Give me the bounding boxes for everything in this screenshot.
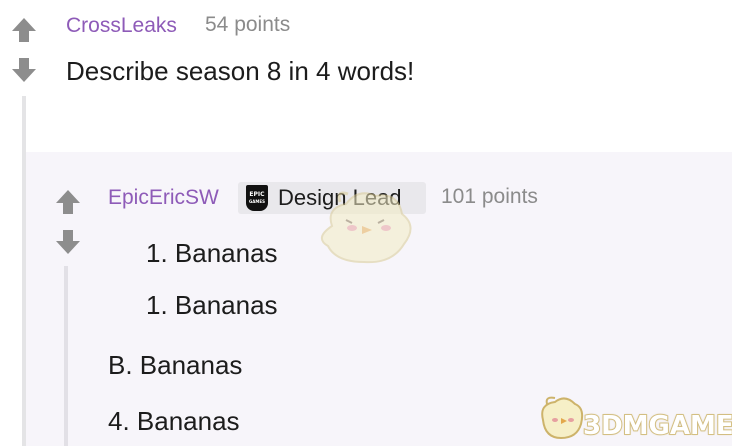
reply-downvote-button[interactable] [54,228,82,256]
epic-games-logo-icon: EPIC GAMES [246,185,268,211]
reply-username[interactable]: EpicEricSW [108,186,219,210]
reply-thread-line[interactable] [64,266,68,446]
parent-comment-body: Describe season 8 in 4 words! [66,56,415,86]
reply-line-1: 1. Bananas [146,238,278,268]
reply-line-2: 1. Bananas [146,290,278,320]
mascot-watermark-icon [321,191,412,264]
downvote-arrow-icon [56,230,80,254]
3dm-mascot-logo-icon [541,396,584,440]
3dmgame-watermark: 3DMGAME [582,410,732,442]
parent-username[interactable]: CrossLeaks [66,14,177,38]
reply-upvote-button[interactable] [54,188,82,216]
upvote-arrow-icon [12,18,36,42]
downvote-button[interactable] [10,56,38,84]
downvote-arrow-icon [12,58,36,82]
reply-points: 101 points [441,185,538,208]
reply-line-4: 4. Bananas [108,406,240,436]
upvote-button[interactable] [10,16,38,44]
reply-line-3: B. Bananas [108,350,243,380]
upvote-arrow-icon [56,190,80,214]
parent-points: 54 points [205,13,291,36]
